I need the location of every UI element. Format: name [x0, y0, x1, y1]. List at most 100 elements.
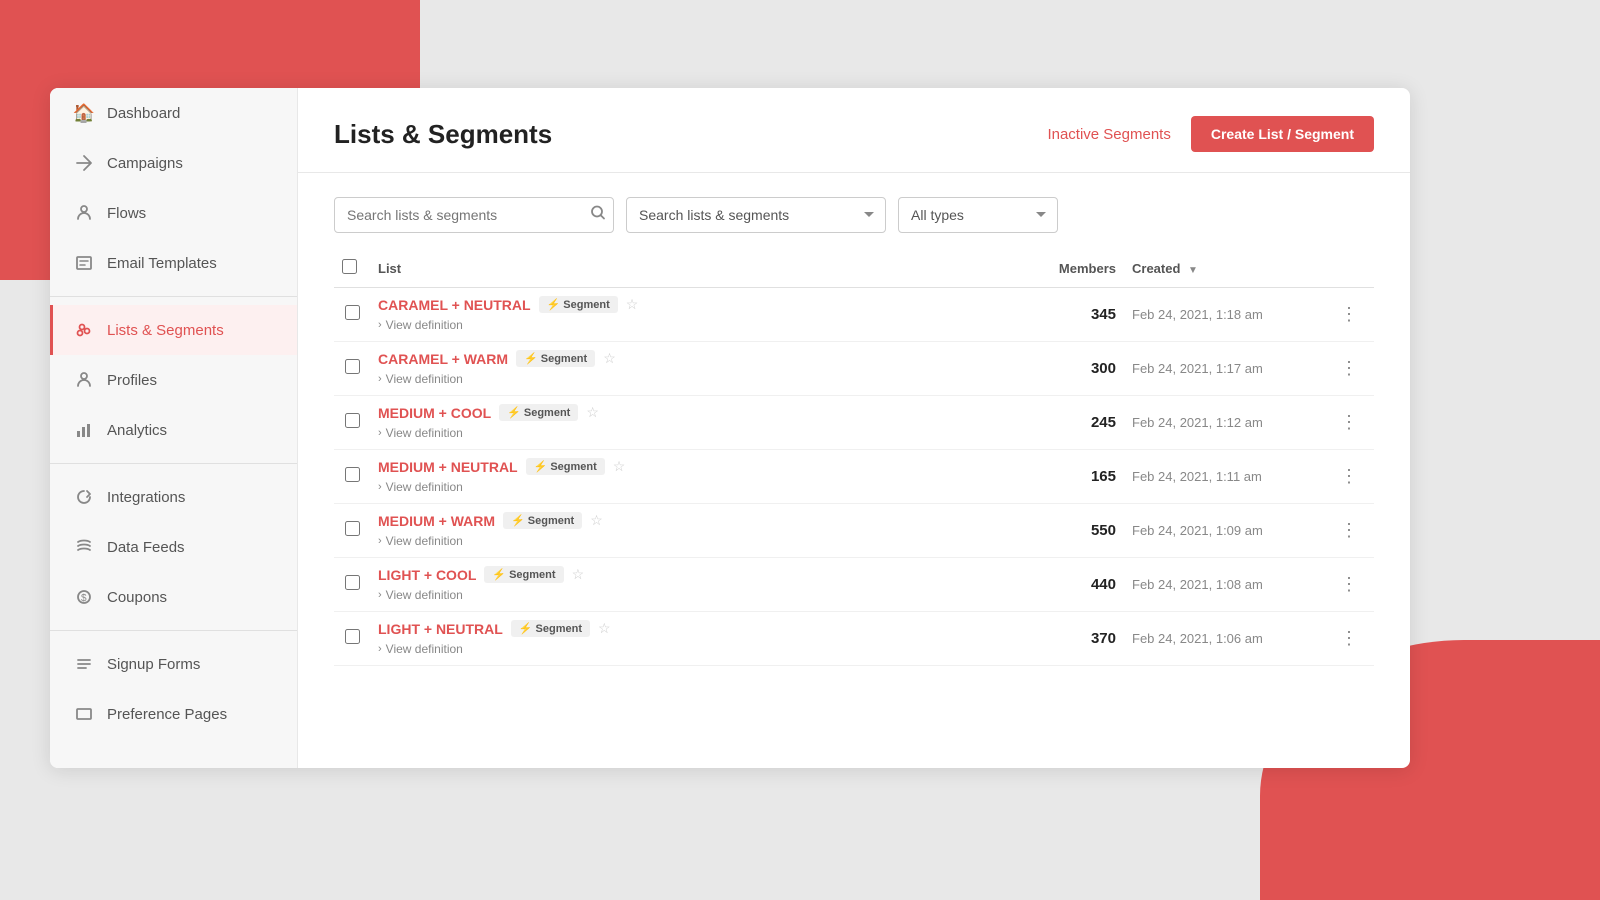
analytics-icon [73, 419, 95, 441]
row-checkbox-1[interactable] [345, 359, 360, 374]
list-name-1[interactable]: CARAMEL + WARM [378, 351, 508, 367]
create-list-segment-button[interactable]: Create List / Segment [1191, 116, 1374, 152]
chevron-icon-2: › [378, 427, 382, 439]
created-date-2: Feb 24, 2021, 1:12 am [1132, 415, 1263, 430]
list-name-cell-6: LIGHT + NEUTRAL ⚡ Segment ☆ › View defin… [378, 620, 1016, 657]
sidebar-label-integrations: Integrations [107, 489, 185, 506]
segment-badge-4: ⚡ Segment [503, 512, 582, 529]
sidebar-label-dashboard: Dashboard [107, 105, 180, 122]
view-definition-2[interactable]: › View definition [378, 426, 463, 440]
segment-badge-0: ⚡ Segment [539, 296, 618, 313]
view-definition-1[interactable]: › View definition [378, 372, 463, 386]
table-row: CARAMEL + WARM ⚡ Segment ☆ › View defini… [334, 342, 1374, 396]
bolt-icon-0: ⚡ [547, 298, 561, 311]
signup-forms-icon [73, 653, 95, 675]
table-row: LIGHT + COOL ⚡ Segment ☆ › View definiti… [334, 558, 1374, 612]
sidebar-item-integrations[interactable]: Integrations [50, 472, 297, 522]
bolt-icon-5: ⚡ [492, 568, 506, 581]
list-name-cell-1: CARAMEL + WARM ⚡ Segment ☆ › View defini… [378, 350, 1016, 387]
segment-badge-1: ⚡ Segment [516, 350, 595, 367]
more-actions-button-5[interactable]: ⋮ [1332, 570, 1366, 599]
list-name-6[interactable]: LIGHT + NEUTRAL [378, 621, 503, 637]
segment-search-select[interactable]: Search lists & segments [626, 197, 886, 233]
more-actions-button-4[interactable]: ⋮ [1332, 516, 1366, 545]
row-checkbox-0[interactable] [345, 305, 360, 320]
list-name-0[interactable]: CARAMEL + NEUTRAL [378, 297, 531, 313]
data-feeds-icon [73, 536, 95, 558]
more-actions-button-0[interactable]: ⋮ [1332, 300, 1366, 329]
sidebar-divider-2 [50, 463, 297, 464]
integrations-icon [73, 486, 95, 508]
table-container: List Members Created ▼ [298, 249, 1410, 768]
star-icon-0[interactable]: ☆ [626, 296, 639, 313]
main-content: Lists & Segments Inactive Segments Creat… [298, 88, 1410, 768]
email-templates-icon [73, 252, 95, 274]
created-date-5: Feb 24, 2021, 1:08 am [1132, 577, 1263, 592]
preference-pages-icon [73, 703, 95, 725]
view-definition-0[interactable]: › View definition [378, 318, 463, 332]
view-definition-3[interactable]: › View definition [378, 480, 463, 494]
col-header-members: Members [1024, 249, 1124, 288]
sidebar-label-signup-forms: Signup Forms [107, 656, 200, 673]
sidebar-item-signup-forms[interactable]: Signup Forms [50, 639, 297, 689]
sidebar: 🏠 Dashboard Campaigns Flows Email Templa… [50, 88, 298, 768]
sidebar-item-analytics[interactable]: Analytics [50, 405, 297, 455]
content-header: Lists & Segments Inactive Segments Creat… [298, 88, 1410, 173]
row-checkbox-5[interactable] [345, 575, 360, 590]
list-name-3[interactable]: MEDIUM + NEUTRAL [378, 459, 518, 475]
view-definition-5[interactable]: › View definition [378, 588, 463, 602]
row-checkbox-3[interactable] [345, 467, 360, 482]
search-input[interactable] [334, 197, 614, 233]
more-actions-button-3[interactable]: ⋮ [1332, 462, 1366, 491]
sidebar-item-flows[interactable]: Flows [50, 188, 297, 238]
created-date-1: Feb 24, 2021, 1:17 am [1132, 361, 1263, 376]
created-sort-icon: ▼ [1188, 265, 1198, 276]
sidebar-item-preference-pages[interactable]: Preference Pages [50, 689, 297, 739]
list-name-cell-0: CARAMEL + NEUTRAL ⚡ Segment ☆ › View def… [378, 296, 1016, 333]
star-icon-4[interactable]: ☆ [590, 512, 603, 529]
star-icon-3[interactable]: ☆ [613, 458, 626, 475]
dashboard-icon: 🏠 [73, 102, 95, 124]
sidebar-item-data-feeds[interactable]: Data Feeds [50, 522, 297, 572]
row-checkbox-6[interactable] [345, 629, 360, 644]
star-icon-6[interactable]: ☆ [598, 620, 611, 637]
bolt-icon-6: ⚡ [519, 622, 533, 635]
row-checkbox-4[interactable] [345, 521, 360, 536]
select-all-checkbox[interactable] [342, 259, 357, 274]
segment-badge-3: ⚡ Segment [526, 458, 605, 475]
row-checkbox-2[interactable] [345, 413, 360, 428]
members-count-6: 370 [1032, 630, 1116, 647]
star-icon-1[interactable]: ☆ [603, 350, 616, 367]
list-name-2[interactable]: MEDIUM + COOL [378, 405, 491, 421]
list-name-5[interactable]: LIGHT + COOL [378, 567, 476, 583]
created-date-0: Feb 24, 2021, 1:18 am [1132, 307, 1263, 322]
sidebar-item-profiles[interactable]: Profiles [50, 355, 297, 405]
inactive-segments-link[interactable]: Inactive Segments [1047, 126, 1170, 143]
search-input-wrapper [334, 197, 614, 233]
view-definition-6[interactable]: › View definition [378, 642, 463, 656]
more-actions-button-2[interactable]: ⋮ [1332, 408, 1366, 437]
star-icon-5[interactable]: ☆ [572, 566, 585, 583]
more-actions-button-1[interactable]: ⋮ [1332, 354, 1366, 383]
search-button[interactable] [590, 205, 606, 226]
star-icon-2[interactable]: ☆ [586, 404, 599, 421]
list-name-4[interactable]: MEDIUM + WARM [378, 513, 495, 529]
type-filter-select[interactable]: All types Lists Segments [898, 197, 1058, 233]
view-definition-4[interactable]: › View definition [378, 534, 463, 548]
list-name-cell-2: MEDIUM + COOL ⚡ Segment ☆ › View definit… [378, 404, 1016, 441]
more-actions-button-6[interactable]: ⋮ [1332, 624, 1366, 653]
table-row: MEDIUM + WARM ⚡ Segment ☆ › View definit… [334, 504, 1374, 558]
page-title: Lists & Segments [334, 119, 552, 150]
sidebar-label-email-templates: Email Templates [107, 255, 217, 272]
sidebar-item-campaigns[interactable]: Campaigns [50, 138, 297, 188]
table-row: LIGHT + NEUTRAL ⚡ Segment ☆ › View defin… [334, 612, 1374, 666]
sidebar-item-lists-segments[interactable]: Lists & Segments [50, 305, 297, 355]
sidebar-item-email-templates[interactable]: Email Templates [50, 238, 297, 288]
sidebar-item-dashboard[interactable]: 🏠 Dashboard [50, 88, 297, 138]
sidebar-item-coupons[interactable]: $ Coupons [50, 572, 297, 622]
chevron-icon-5: › [378, 589, 382, 601]
lists-segments-icon [73, 319, 95, 341]
coupons-icon: $ [73, 586, 95, 608]
col-header-created[interactable]: Created ▼ [1124, 249, 1324, 288]
svg-text:$: $ [81, 593, 87, 604]
